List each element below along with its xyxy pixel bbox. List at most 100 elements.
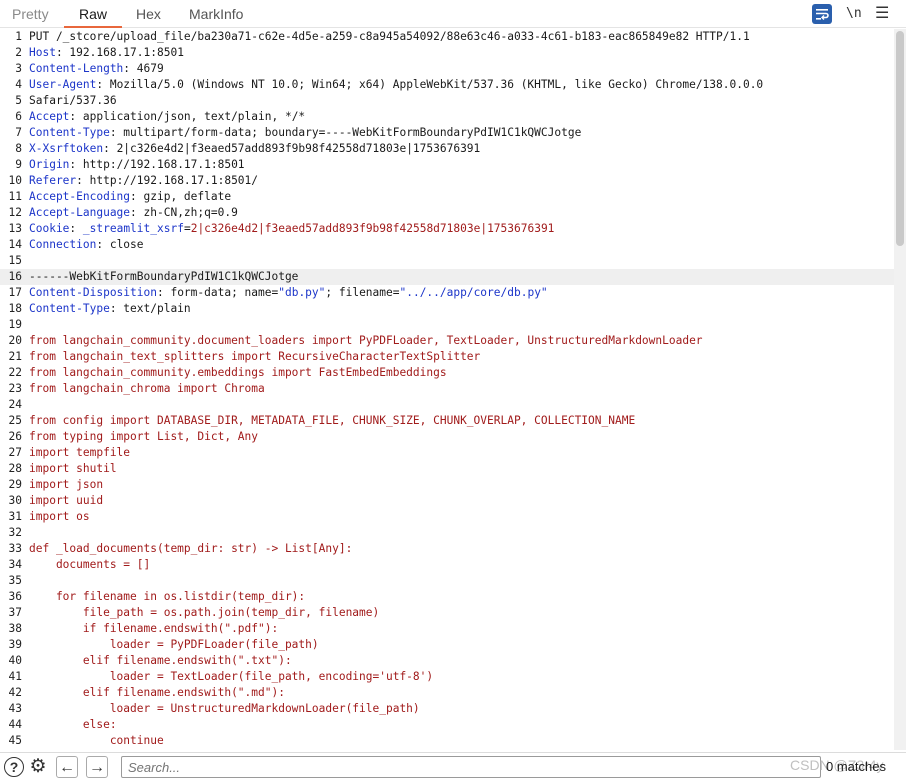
code-line: 45 continue [0, 733, 894, 749]
gear-icon[interactable]: ⚙ [27, 756, 49, 778]
code-token: : close [96, 238, 144, 251]
code-text: loader = TextLoader(file_path, encoding=… [29, 669, 433, 685]
code-token: Content-Type [29, 126, 110, 139]
line-number: 26 [8, 430, 22, 443]
code-token: Content-Disposition [29, 286, 157, 299]
help-icon[interactable]: ? [4, 757, 24, 777]
code-text: if filename.endswith(".pdf"): [29, 621, 278, 637]
line-number: 34 [8, 558, 22, 571]
code-line: 10 Referer: http://192.168.17.1:8501/ [0, 173, 894, 189]
newline-toggle[interactable]: \n [846, 4, 862, 24]
code-token: : 4679 [123, 62, 164, 75]
code-token: Content-Length [29, 62, 124, 75]
code-token: loader = PyPDFLoader(file_path) [29, 638, 319, 651]
code-token: from config import DATABASE_DIR, METADAT… [29, 414, 636, 427]
code-text: elif filename.endswith(".md"): [29, 685, 285, 701]
code-token: Content-Type [29, 302, 110, 315]
line-number: 40 [8, 654, 22, 667]
line-number: 5 [15, 94, 22, 107]
vertical-scrollbar[interactable] [894, 29, 906, 750]
line-number: 23 [8, 382, 22, 395]
tab-hex[interactable]: Hex [136, 0, 161, 28]
code-token: PUT /_stcore/upload_file/ba230a71-c62e-4… [29, 30, 750, 43]
code-line: 28 import shutil [0, 461, 894, 477]
code-token: Safari/537.36 [29, 94, 117, 107]
tab-markinfo[interactable]: MarkInfo [189, 0, 243, 28]
code-token: else: [29, 718, 117, 731]
code-line: 43 loader = UnstructuredMarkdownLoader(f… [0, 701, 894, 717]
line-number: 39 [8, 638, 22, 651]
request-editor[interactable]: 1 PUT /_stcore/upload_file/ba230a71-c62e-… [0, 29, 894, 750]
arrow-right-icon[interactable]: → [86, 756, 108, 778]
code-line: 26 from typing import List, Dict, Any [0, 429, 894, 445]
code-line: 24 [0, 397, 894, 413]
line-number: 11 [8, 190, 22, 203]
code-text: continue [29, 733, 164, 749]
code-line: 22 from langchain_community.embeddings im… [0, 365, 894, 381]
line-number: 22 [8, 366, 22, 379]
code-line: 32 [0, 525, 894, 541]
code-token: continue [29, 734, 164, 747]
code-token: Cookie [29, 222, 70, 235]
code-token: Accept [29, 110, 70, 123]
code-token: import shutil [29, 462, 117, 475]
line-number: 25 [8, 414, 22, 427]
line-number: 19 [8, 318, 22, 331]
code-line: 21 from langchain_text_splitters import R… [0, 349, 894, 365]
code-text: import shutil [29, 461, 117, 477]
code-line: 44 else: [0, 717, 894, 733]
line-number: 4 [15, 78, 22, 91]
code-text: PUT /_stcore/upload_file/ba230a71-c62e-4… [29, 29, 750, 45]
line-number: 14 [8, 238, 22, 251]
code-token: User-Agent [29, 78, 97, 91]
code-token: Origin [29, 158, 70, 171]
code-text: loader = PyPDFLoader(file_path) [29, 637, 319, 653]
line-number: 9 [15, 158, 22, 171]
line-number: 45 [8, 734, 22, 747]
code-token: for filename in os.listdir(temp_dir): [29, 590, 306, 603]
line-number: 37 [8, 606, 22, 619]
line-number: 21 [8, 350, 22, 363]
code-line: 39 loader = PyPDFLoader(file_path) [0, 637, 894, 653]
code-text: Cookie: _streamlit_xsrf=2|c326e4d2|f3eae… [29, 221, 554, 237]
code-line: 31 import os [0, 509, 894, 525]
code-line: 17 Content-Disposition: form-data; name="… [0, 285, 894, 301]
code-text: Connection: close [29, 237, 144, 253]
tab-raw[interactable]: Raw [64, 0, 122, 28]
code-text: loader = UnstructuredMarkdownLoader(file… [29, 701, 420, 717]
code-text: X-Xsrftoken: 2|c326e4d2|f3eaed57add893f9… [29, 141, 480, 157]
code-token: loader = UnstructuredMarkdownLoader(file… [29, 702, 420, 715]
code-text: import json [29, 477, 103, 493]
code-text: Accept-Language: zh-CN,zh;q=0.9 [29, 205, 238, 221]
code-token: import uuid [29, 494, 104, 507]
line-number: 7 [15, 126, 22, 139]
code-text: Safari/537.36 [29, 93, 117, 109]
line-number: 1 [15, 30, 22, 43]
code-token: Accept-Encoding [29, 190, 131, 203]
tab-pretty[interactable]: Pretty [12, 0, 49, 28]
line-number: 32 [8, 526, 22, 539]
code-line: 18 Content-Type: text/plain [0, 301, 894, 317]
code-line: 29 import json [0, 477, 894, 493]
code-line: 8 X-Xsrftoken: 2|c326e4d2|f3eaed57add893f… [0, 141, 894, 157]
code-token: from langchain_community.document_loader… [29, 334, 703, 347]
line-number: 33 [8, 542, 22, 555]
code-line: 25 from config import DATABASE_DIR, METAD… [0, 413, 894, 429]
code-token: file_path = os.path.join(temp_dir, filen… [29, 606, 380, 619]
code-line: 9 Origin: http://192.168.17.1:8501 [0, 157, 894, 173]
wrap-lines-icon[interactable] [812, 4, 832, 24]
code-token: : 192.168.17.1:8501 [55, 46, 184, 59]
code-token: from langchain_community.embeddings impo… [29, 366, 447, 379]
code-token: def _load_documents(temp_dir: str) -> Li… [29, 542, 353, 555]
hamburger-menu-icon[interactable]: ☰ [875, 4, 889, 24]
code-text: from langchain_text_splitters import Rec… [29, 349, 480, 365]
scrollbar-thumb[interactable] [896, 31, 904, 246]
code-line: 16 ------WebKitFormBoundaryPdIW1C1kQWCJot… [0, 269, 894, 285]
code-line: 23 from langchain_chroma import Chroma [0, 381, 894, 397]
arrow-left-icon[interactable]: ← [56, 756, 78, 778]
code-line: 4 User-Agent: Mozilla/5.0 (Windows NT 10.… [0, 77, 894, 93]
line-number: 12 [8, 206, 22, 219]
search-input[interactable] [121, 756, 821, 778]
code-line: 14 Connection: close [0, 237, 894, 253]
code-text: from langchain_chroma import Chroma [29, 381, 265, 397]
